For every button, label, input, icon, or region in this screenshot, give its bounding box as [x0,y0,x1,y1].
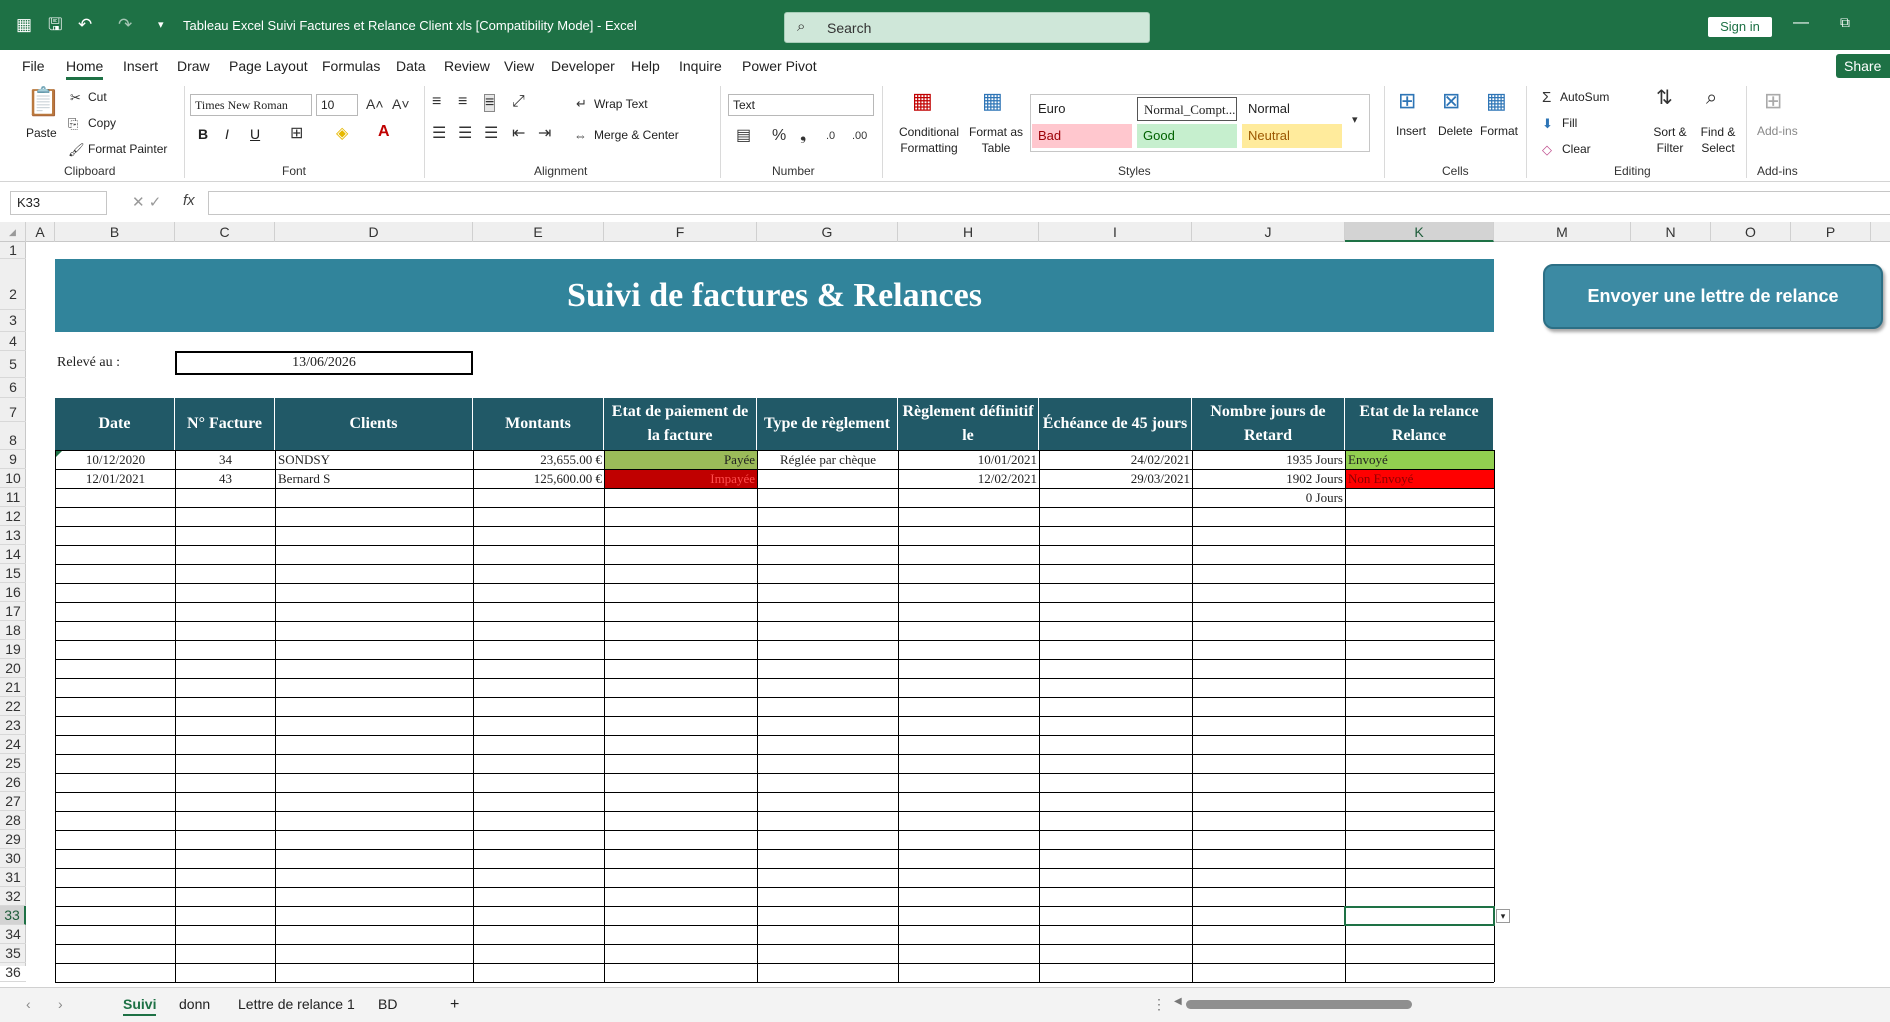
sheet-tab-donn[interactable]: donn [179,996,210,1012]
cell-etat[interactable]: Impayée [605,470,757,488]
table-row-line [55,887,1494,888]
prev-sheet-icon[interactable]: ‹ [26,996,31,1012]
header-facture: N° Facture [175,398,275,450]
header-montants: Montants [473,398,604,450]
cell-relance[interactable]: Non Envoyé [1346,470,1494,488]
table-row-line [55,982,1494,983]
cell-client[interactable]: SONDSY [276,451,473,469]
sheet-title-banner: Suivi de factures & Relances [55,259,1494,332]
releve-date-cell[interactable]: 13/06/2026 [175,351,473,375]
cell-type[interactable] [758,470,898,488]
active-cell-k33[interactable] [1344,906,1495,926]
table-col-line [1494,450,1495,982]
cell-retard[interactable]: 1935 Jours [1193,451,1345,469]
cell-date[interactable]: 10/12/2020 [56,451,175,469]
cell-client[interactable] [276,489,473,507]
table-row-line [55,678,1494,679]
worksheet: Suivi de factures & Relances Envoyer une… [0,0,1890,1022]
table-row-line [55,735,1494,736]
table-row-line [55,640,1494,641]
header-etat-paiement: Etat de paiement de la facture [604,398,757,450]
table-row-line [55,621,1494,622]
header-etat-relance: Etat de la relance Relance [1345,398,1494,450]
cell-reglement[interactable] [899,489,1039,507]
error-indicator-icon [56,451,62,457]
cell-etat[interactable]: Payée [605,451,757,469]
cell-client[interactable]: Bernard S [276,470,473,488]
table-row-line [55,697,1494,698]
table-row-line [55,545,1494,546]
cell-montant[interactable]: 125,600.00 € [474,470,604,488]
tab-split-handle-icon[interactable]: ⋮ [1152,996,1166,1013]
cell-montant[interactable] [474,489,604,507]
next-sheet-icon[interactable]: › [58,996,63,1012]
dropdown-arrow-icon[interactable]: ▾ [1496,909,1510,923]
cell-relance[interactable] [1346,489,1494,507]
table-row-line [55,963,1494,964]
table-row-line [55,906,1494,907]
table-row-line [55,811,1494,812]
header-clients: Clients [275,398,473,450]
table-row-line [55,944,1494,945]
header-echeance: Échéance de 45 jours [1039,398,1192,450]
table-row-line [55,583,1494,584]
cell-montant[interactable]: 23,655.00 € [474,451,604,469]
scroll-left-icon[interactable]: ◀ [1174,996,1182,1007]
cell-type[interactable]: Réglée par chèque [758,451,898,469]
cell-retard[interactable]: 0 Jours [1193,489,1345,507]
table-row-line [55,754,1494,755]
header-type-reglement: Type de règlement [757,398,898,450]
cell-echeance[interactable] [1040,489,1192,507]
sheet-tab-bd[interactable]: BD [378,996,397,1012]
cell-facture[interactable]: 43 [176,470,275,488]
cell-type[interactable] [758,489,898,507]
add-sheet-icon[interactable]: + [450,996,459,1014]
cell-retard[interactable]: 1902 Jours [1193,470,1345,488]
horizontal-scrollbar[interactable] [1186,1000,1412,1009]
cell-etat[interactable] [605,489,757,507]
header-reglement-definitif: Règlement définitif le [898,398,1039,450]
releve-label: Relevé au : [57,355,120,370]
cell-echeance[interactable]: 24/02/2021 [1040,451,1192,469]
header-date: Date [55,398,175,450]
table-row-line [55,925,1494,926]
table-row-line [55,792,1494,793]
sheet-tab-suivi[interactable]: Suivi [123,996,157,1016]
cell-date[interactable] [56,489,175,507]
cell-facture[interactable]: 34 [176,451,275,469]
send-reminder-button[interactable]: Envoyer une lettre de relance [1543,264,1883,329]
cell-reglement[interactable]: 10/01/2021 [899,451,1039,469]
table-row-line [55,773,1494,774]
table-row-line [55,526,1494,527]
table-row-line [55,602,1494,603]
table-row-line [55,716,1494,717]
table-row-line [55,830,1494,831]
table-row-line [55,507,1494,508]
table-row-line [55,564,1494,565]
sheet-tab-lettre[interactable]: Lettre de relance 1 [238,996,355,1012]
table-row-line [55,868,1494,869]
cell-reglement[interactable]: 12/02/2021 [899,470,1039,488]
table-row-line [55,659,1494,660]
cell-relance[interactable]: Envoyé [1346,451,1494,469]
table-row-line [55,849,1494,850]
header-jours-retard: Nombre jours de Retard [1192,398,1345,450]
cell-date[interactable]: 12/01/2021 [56,470,175,488]
cell-echeance[interactable]: 29/03/2021 [1040,470,1192,488]
cell-facture[interactable] [176,489,275,507]
sheet-tab-bar: ‹ › Suivi donn Lettre de relance 1 BD + … [0,987,1890,1022]
